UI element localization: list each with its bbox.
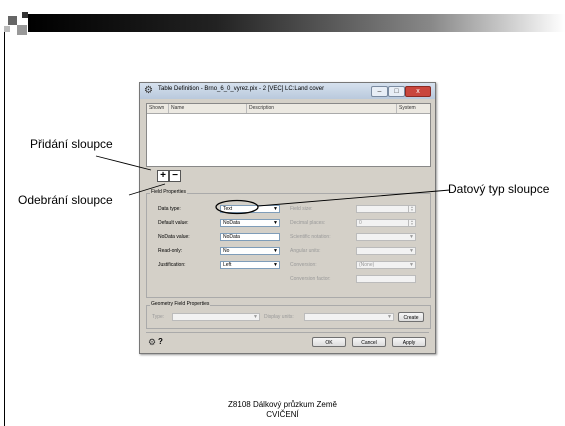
footer-course-title: Z8108 Dálkový průzkum Země <box>228 400 337 409</box>
callout-remove-column: Odebrání sloupce <box>18 193 113 207</box>
callout-add-column: Přidání sloupce <box>30 137 113 151</box>
callout-line-add <box>95 155 152 171</box>
callout-line-remove <box>128 183 166 196</box>
callout-line-data-type <box>257 189 451 207</box>
footer-course-type: CVIČENÍ <box>266 410 299 419</box>
callout-lines <box>95 155 451 207</box>
callout-data-type: Datový typ sloupce <box>448 182 550 196</box>
